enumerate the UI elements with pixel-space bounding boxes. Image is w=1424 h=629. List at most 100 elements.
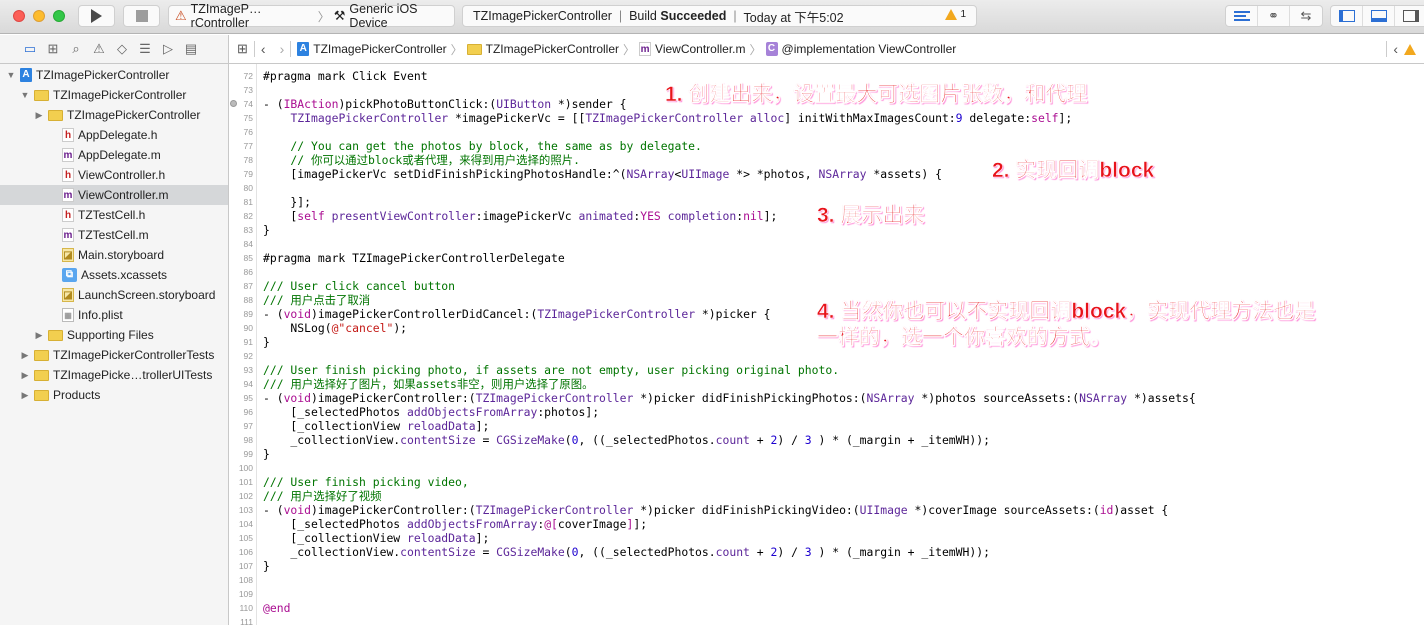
code-token: TZImagePickerController xyxy=(290,111,449,125)
code-line[interactable]: 87 /// User click cancel button xyxy=(229,279,1424,293)
code-line[interactable]: 84 xyxy=(229,237,1424,251)
code-line[interactable]: 80 xyxy=(229,181,1424,195)
project-icon: A xyxy=(297,42,310,56)
sidebar-item[interactable]: ▶ TZImagePickerControllerTests xyxy=(0,345,228,365)
sidebar-item[interactable]: ▶ Products xyxy=(0,385,228,405)
sidebar-item[interactable]: ▶ TZImagePicke…trollerUITests xyxy=(0,365,228,385)
sidebar-item[interactable]: ◪ Main.storyboard xyxy=(0,245,228,265)
sidebar-item-label: TZImagePickerController xyxy=(53,88,187,102)
previous-issue-button[interactable]: ‹ xyxy=(1393,41,1398,57)
scheme-selector[interactable]: ⚠︎ TZImageP…rController 〉 ⚒ Generic iOS … xyxy=(168,2,455,30)
toggle-debug-area-button[interactable] xyxy=(1363,6,1395,26)
sidebar-item[interactable]: h AppDelegate.h xyxy=(0,125,228,145)
project-navigator-tab[interactable]: ▭ xyxy=(22,41,38,57)
source-editor[interactable]: 72 #pragma mark Click Event 73 74- (IBActio… xyxy=(229,64,1424,627)
sidebar-item[interactable]: ⧉ Assets.xcassets xyxy=(0,265,228,285)
code-text: @end xyxy=(263,601,290,615)
code-line[interactable]: 85 #pragma mark TZImagePickerControllerDe… xyxy=(229,251,1424,265)
sidebar-item[interactable]: ▼ TZImagePickerController xyxy=(0,85,228,105)
forward-button[interactable]: › xyxy=(280,41,285,57)
sidebar-item[interactable]: ▼ A TZImagePickerController xyxy=(0,65,228,85)
code-line[interactable]: 106 _collectionView.contentSize = CGSize… xyxy=(229,545,1424,559)
sidebar-item-label: AppDelegate.m xyxy=(78,148,161,162)
code-line[interactable]: 92 xyxy=(229,349,1424,363)
line-number: 80 xyxy=(243,183,253,193)
destination-name[interactable]: Generic iOS Device xyxy=(349,2,454,30)
code-line[interactable]: 77 // You can get the photos by block, t… xyxy=(229,139,1424,153)
code-line[interactable]: 95 - (void)imagePickerController:(TZImage… xyxy=(229,391,1424,405)
sidebar-item[interactable]: ▶ Supporting Files xyxy=(0,325,228,345)
code-line[interactable]: 75 TZImagePickerController *imagePickerV… xyxy=(229,111,1424,125)
sidebar-item[interactable]: h TZTestCell.h xyxy=(0,205,228,225)
test-navigator-tab[interactable]: ◇ xyxy=(114,41,130,57)
code-line[interactable]: 109 xyxy=(229,587,1424,601)
assistant-editor-button[interactable]: ⚭ xyxy=(1258,6,1290,26)
breadcrumb-symbol[interactable]: C @implementation ViewController xyxy=(765,42,956,56)
toggle-navigator-button[interactable] xyxy=(1331,6,1363,26)
code-line[interactable]: 79 [imagePickerVc setDidFinishPickingPho… xyxy=(229,167,1424,181)
breakpoint-navigator-tab[interactable]: ▷ xyxy=(160,41,176,57)
code-line[interactable]: 103 - (void)imagePickerController:(TZImag… xyxy=(229,503,1424,517)
code-text: TZImagePickerController *imagePickerVc =… xyxy=(263,111,1072,125)
find-navigator-tab[interactable]: ⌕ xyxy=(68,41,84,57)
sidebar-item[interactable]: m AppDelegate.m xyxy=(0,145,228,165)
disclosure-closed-icon[interactable]: ▶ xyxy=(20,350,30,361)
warning-badge[interactable]: 1 xyxy=(945,9,966,20)
disclosure-closed-icon[interactable]: ▶ xyxy=(34,110,44,121)
code-line[interactable]: 93 /// User finish picking photo, if asse… xyxy=(229,363,1424,377)
code-token: *)picker { xyxy=(695,307,771,321)
code-line[interactable]: 108 xyxy=(229,573,1424,587)
disclosure-open-icon[interactable]: ▼ xyxy=(20,90,30,100)
code-line[interactable]: 105 [_collectionView reloadData]; xyxy=(229,531,1424,545)
report-navigator-tab[interactable]: ▤ xyxy=(183,41,199,57)
code-line[interactable]: 99} xyxy=(229,447,1424,461)
version-editor-button[interactable]: ⇆ xyxy=(1290,6,1322,26)
code-line[interactable]: 78 // 你可以通过block或者代理，来得到用户选择的照片. xyxy=(229,153,1424,167)
code-line[interactable]: 101 /// User finish picking video, xyxy=(229,475,1424,489)
toggle-utilities-button[interactable] xyxy=(1395,6,1424,26)
code-line[interactable]: 96 [_selectedPhotos addObjectsFromArray:… xyxy=(229,405,1424,419)
sidebar-item[interactable]: ▶ TZImagePickerController xyxy=(0,105,228,125)
sidebar-item[interactable]: ▦ Info.plist xyxy=(0,305,228,325)
code-token: self xyxy=(297,209,325,223)
disclosure-open-icon[interactable]: ▼ xyxy=(6,70,16,80)
code-line[interactable]: 86 xyxy=(229,265,1424,279)
debug-navigator-tab[interactable]: ☰ xyxy=(137,41,153,57)
disclosure-closed-icon[interactable]: ▶ xyxy=(20,370,30,381)
sidebar-item[interactable]: m ViewController.m xyxy=(0,185,228,205)
disclosure-closed-icon[interactable]: ▶ xyxy=(34,330,44,341)
disclosure-closed-icon[interactable]: ▶ xyxy=(20,390,30,401)
back-button[interactable]: ‹ xyxy=(261,41,266,57)
standard-editor-button[interactable] xyxy=(1226,6,1258,26)
breadcrumb-file[interactable]: m ViewController.m xyxy=(639,42,746,56)
breadcrumb-project[interactable]: A TZImagePickerController xyxy=(297,42,447,56)
issue-navigator-tab[interactable]: ⚠ xyxy=(91,41,107,57)
code-line[interactable]: 100 xyxy=(229,461,1424,475)
code-line[interactable]: 104 [_selectedPhotos addObjectsFromArray… xyxy=(229,517,1424,531)
sidebar-item[interactable]: h ViewController.h xyxy=(0,165,228,185)
close-window-button[interactable] xyxy=(13,10,25,22)
sidebar-item[interactable]: ◪ LaunchScreen.storyboard xyxy=(0,285,228,305)
run-button[interactable] xyxy=(78,5,115,27)
warning-icon[interactable] xyxy=(1404,43,1416,55)
code-line[interactable]: 111 xyxy=(229,615,1424,629)
related-items-button[interactable]: ⊞ xyxy=(237,41,248,57)
sidebar-item[interactable]: m TZTestCell.m xyxy=(0,225,228,245)
symbol-navigator-tab[interactable]: ⊞ xyxy=(45,41,61,57)
version-editor-icon: ⇆ xyxy=(1300,8,1312,23)
code-line[interactable]: 110 @end xyxy=(229,601,1424,615)
code-line[interactable]: 76 xyxy=(229,125,1424,139)
minimize-window-button[interactable] xyxy=(33,10,45,22)
code-line[interactable]: 98 _collectionView.contentSize = CGSizeM… xyxy=(229,433,1424,447)
code-token: = xyxy=(475,433,497,447)
code-line[interactable]: 102 /// 用户选择好了视频 xyxy=(229,489,1424,503)
standard-editor-icon xyxy=(1233,11,1250,21)
code-line[interactable]: 107} xyxy=(229,559,1424,573)
code-token: addObjectsFromArray xyxy=(407,405,538,419)
code-line[interactable]: 97 [_collectionView reloadData]; xyxy=(229,419,1424,433)
code-line[interactable]: 94 /// 用户选择好了图片，如果assets非空，则用户选择了原图。 xyxy=(229,377,1424,391)
zoom-window-button[interactable] xyxy=(53,10,65,22)
breadcrumb-group[interactable]: TZImagePickerController xyxy=(466,42,619,56)
stop-button[interactable] xyxy=(123,5,160,27)
code-line[interactable]: 72 #pragma mark Click Event xyxy=(229,69,1424,83)
